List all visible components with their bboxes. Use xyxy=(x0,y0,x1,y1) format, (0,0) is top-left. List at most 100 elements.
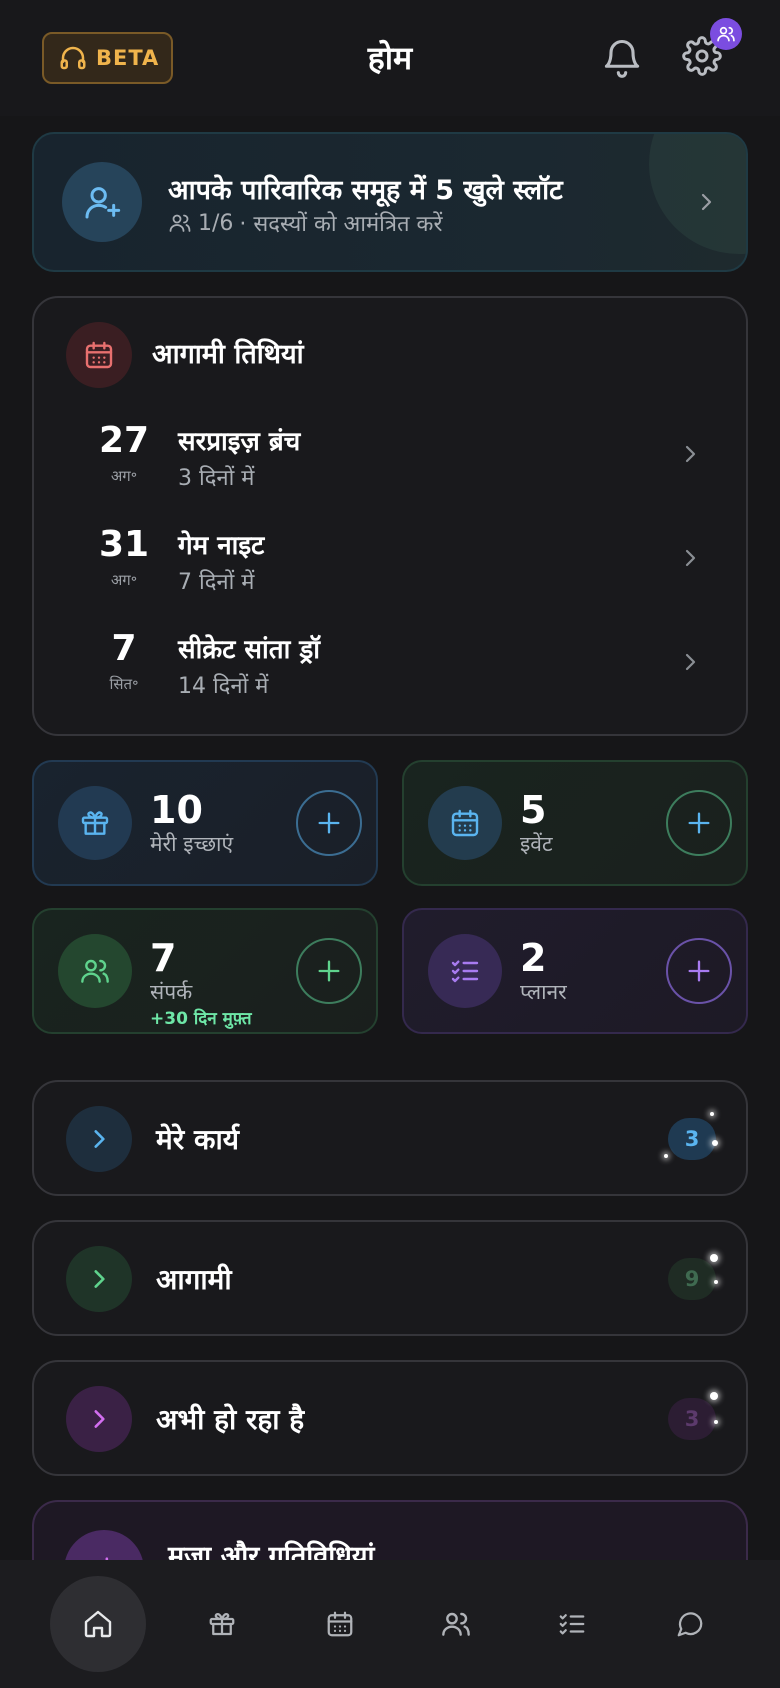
event-month: सित॰ xyxy=(109,675,139,693)
chevron-right-icon xyxy=(94,1410,105,1428)
planner-tile[interactable]: 2 प्लानर xyxy=(402,908,748,1034)
events-tile[interactable]: 5 इवेंट xyxy=(402,760,748,886)
happening-now-count: 3 xyxy=(668,1398,716,1440)
add-planner-button[interactable] xyxy=(666,938,732,1004)
gift-icon xyxy=(209,1613,235,1636)
home-icon xyxy=(84,1610,112,1638)
happening-now-label: अभी हो रहा है xyxy=(156,1403,305,1436)
member-count: 1/6 xyxy=(198,210,234,236)
upcoming-label: आगामी xyxy=(156,1263,232,1296)
chevron-right-icon xyxy=(94,1270,105,1288)
event-day: 7 xyxy=(111,628,137,669)
nav-chat[interactable] xyxy=(642,1576,738,1672)
calendar-icon xyxy=(85,341,113,369)
nav-gifts[interactable] xyxy=(174,1576,270,1672)
family-invite-card[interactable]: आपके पारिवारिक समूह में 5 खुले स्लॉट 1/6… xyxy=(32,132,748,272)
upcoming-section[interactable]: आगामी 9 xyxy=(32,1220,748,1336)
event-name: सरप्राइज़ ब्रंच xyxy=(178,427,301,457)
list-check-icon xyxy=(451,960,479,983)
event-countdown: 7 दिनों में xyxy=(178,570,255,595)
notifications-button[interactable] xyxy=(600,36,644,80)
chevron-right-icon xyxy=(678,650,702,674)
free-days-promo: +30 दिन मुफ़्त xyxy=(150,1009,252,1029)
nav-contacts[interactable] xyxy=(408,1576,504,1672)
sparkle xyxy=(714,1280,718,1284)
sparkle xyxy=(710,1392,718,1400)
bottom-navigation xyxy=(0,1560,780,1688)
planner-label: प्लानर xyxy=(520,980,567,1004)
calendar-icon-circle xyxy=(66,322,132,388)
top-bar: BETA होम xyxy=(0,0,780,116)
user-plus-icon xyxy=(85,187,121,219)
sparkle xyxy=(710,1254,718,1262)
nav-planner[interactable] xyxy=(524,1576,620,1672)
nav-calendar[interactable] xyxy=(292,1576,388,1672)
calendar-icon xyxy=(451,809,479,837)
event-countdown: 3 दिनों में xyxy=(178,466,255,491)
add-contact-button[interactable] xyxy=(296,938,362,1004)
chevron-right-icon xyxy=(678,442,702,466)
gift-icon xyxy=(81,811,109,835)
invite-title: आपके पारिवारिक समूह में 5 खुले स्लॉट xyxy=(168,175,563,206)
my-tasks-section[interactable]: मेरे कार्य 3 xyxy=(32,1080,748,1196)
planner-icon-circle xyxy=(428,934,502,1008)
plus-icon xyxy=(318,812,340,834)
sparkle xyxy=(710,1112,714,1116)
event-countdown: 14 दिनों में xyxy=(178,674,269,699)
add-event-button[interactable] xyxy=(666,790,732,856)
contacts-label: संपर्क xyxy=(150,980,193,1004)
happening-now-icon-circle xyxy=(66,1386,132,1452)
chevron-right-icon xyxy=(678,546,702,570)
sparkle xyxy=(712,1140,718,1146)
happening-now-section[interactable]: अभी हो रहा है 3 xyxy=(32,1360,748,1476)
upcoming-dates-heading: आगामी तिथियां xyxy=(152,339,304,370)
event-row[interactable]: 7 सित॰ सीक्रेट सांता ड्रॉ 14 दिनों में xyxy=(34,620,750,710)
events-label: इवेंट xyxy=(520,832,553,856)
event-day: 27 xyxy=(98,420,150,461)
family-group-badge[interactable] xyxy=(710,18,742,50)
invite-icon-circle xyxy=(62,162,142,242)
chat-icon xyxy=(677,1612,703,1637)
my-tasks-icon-circle xyxy=(66,1106,132,1172)
chevron-right-icon xyxy=(94,1130,105,1148)
event-name: गेम नाइट xyxy=(178,531,265,561)
list-check-icon xyxy=(559,1614,585,1635)
plus-icon xyxy=(688,960,710,982)
calendar-icon xyxy=(327,1611,353,1637)
chevron-right-icon xyxy=(694,190,718,214)
event-day: 31 xyxy=(98,524,150,565)
contacts-count: 7 xyxy=(150,936,177,980)
page-title: होम xyxy=(367,39,413,77)
events-icon-circle xyxy=(428,786,502,860)
plus-icon xyxy=(688,812,710,834)
sparkle xyxy=(714,1420,718,1424)
event-name: सीक्रेट सांता ड्रॉ xyxy=(178,635,320,665)
event-month: अग॰ xyxy=(110,467,138,485)
contacts-tile[interactable]: 7 संपर्क +30 दिन मुफ़्त xyxy=(32,908,378,1034)
wishes-count: 10 xyxy=(150,788,203,832)
wishes-label: मेरी इच्छाएं xyxy=(150,832,234,856)
nav-home[interactable] xyxy=(50,1576,146,1672)
users-icon xyxy=(442,1612,470,1636)
wishes-tile[interactable]: 10 मेरी इच्छाएं xyxy=(32,760,378,886)
add-wish-button[interactable] xyxy=(296,790,362,856)
events-count: 5 xyxy=(520,788,547,832)
contacts-icon-circle xyxy=(58,934,132,1008)
event-month: अग॰ xyxy=(110,571,138,589)
plus-icon xyxy=(318,960,340,982)
invite-cta: · सदस्यों को आमंत्रित करें xyxy=(239,212,443,237)
sparkle xyxy=(664,1154,668,1158)
my-tasks-label: मेरे कार्य xyxy=(156,1123,239,1156)
users-icon xyxy=(81,959,109,983)
event-row[interactable]: 27 अग॰ सरप्राइज़ ब्रंच 3 दिनों में xyxy=(34,412,750,502)
upcoming-dates-card: आगामी तिथियां 27 अग॰ सरप्राइज़ ब्रंच 3 द… xyxy=(32,296,748,736)
wishes-icon-circle xyxy=(58,786,132,860)
event-row[interactable]: 31 अग॰ गेम नाइट 7 दिनों में xyxy=(34,516,750,606)
users-icon xyxy=(169,214,191,232)
planner-count: 2 xyxy=(520,936,547,980)
upcoming-icon-circle xyxy=(66,1246,132,1312)
bell-icon xyxy=(604,40,640,78)
my-tasks-count: 3 xyxy=(668,1118,716,1160)
upcoming-count: 9 xyxy=(668,1258,716,1300)
users-icon xyxy=(717,26,735,42)
